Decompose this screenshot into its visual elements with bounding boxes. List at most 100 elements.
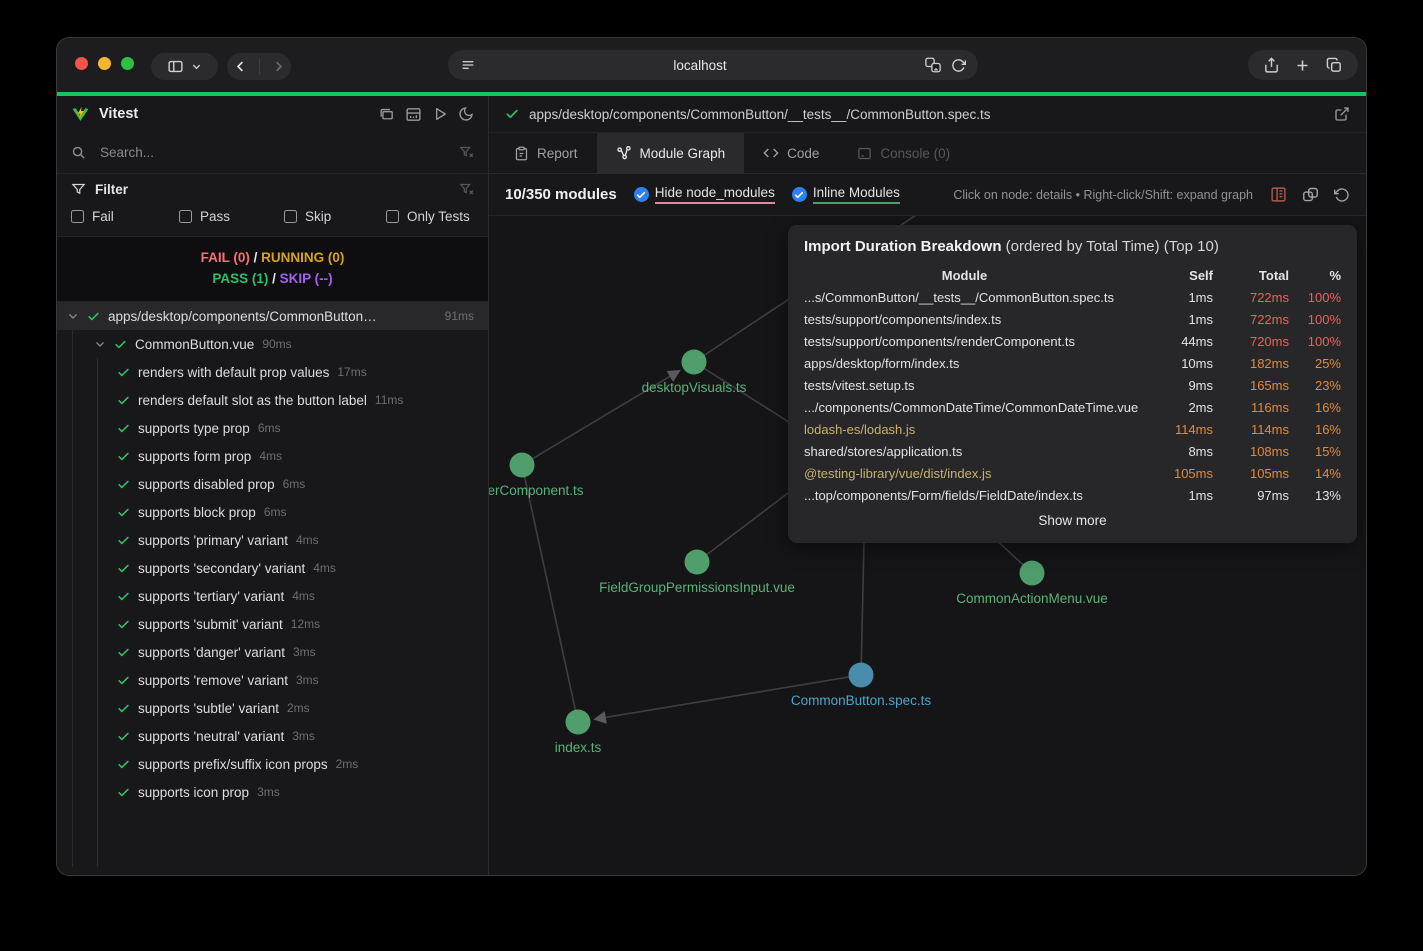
total-cell: 116ms — [1213, 396, 1289, 418]
pct-cell: 16% — [1289, 418, 1341, 440]
graph-node-label: desktopVisuals.ts — [642, 380, 747, 395]
graph-node[interactable] — [1020, 561, 1045, 586]
report-icon — [514, 146, 529, 161]
test-row[interactable]: supports 'remove' variant3ms — [57, 666, 488, 694]
test-row[interactable]: supports icon prop3ms — [57, 778, 488, 806]
panel-title: Import Duration Breakdown (ordered by To… — [804, 238, 1341, 255]
dashboard-icon[interactable] — [405, 106, 422, 123]
share-icon[interactable] — [1263, 57, 1280, 74]
traffic-lights — [75, 57, 134, 70]
file-header: apps/desktop/components/CommonButton/__t… — [489, 96, 1366, 132]
theme-moon-icon[interactable] — [458, 106, 474, 122]
close-button[interactable] — [75, 57, 88, 70]
test-duration: 6ms — [258, 421, 281, 435]
zoom-button[interactable] — [121, 57, 134, 70]
module-graph-canvas[interactable]: desktopVisuals.tsrenderComponent.tsField… — [489, 216, 1366, 875]
translate-icon[interactable] — [924, 56, 942, 74]
test-row[interactable]: supports block prop6ms — [57, 498, 488, 526]
test-name: supports 'secondary' variant — [138, 561, 305, 576]
page-format-icon[interactable] — [460, 57, 476, 73]
tree-guide — [72, 330, 73, 867]
tab-module-graph[interactable]: Module Graph — [597, 133, 745, 173]
test-row[interactable]: supports form prop4ms — [57, 442, 488, 470]
test-row[interactable]: supports 'tertiary' variant4ms — [57, 582, 488, 610]
test-row[interactable]: supports 'secondary' variant 4ms — [57, 554, 488, 582]
pass-count: PASS (1) — [212, 271, 268, 286]
graph-node[interactable] — [510, 453, 535, 478]
sidebar: Vitest Filter — [57, 96, 489, 875]
minimize-button[interactable] — [98, 57, 111, 70]
search-input[interactable] — [98, 144, 447, 161]
tab-report[interactable]: Report — [495, 133, 597, 173]
total-cell: 97ms — [1213, 484, 1289, 506]
run-all-icon[interactable] — [432, 106, 448, 122]
graph-node[interactable] — [849, 663, 874, 688]
sidebar-actions — [378, 106, 474, 123]
module-cell: apps/desktop/form/index.ts — [804, 352, 1149, 374]
test-row[interactable]: supports 'submit' variant12ms — [57, 610, 488, 638]
legend-book-icon[interactable] — [1270, 186, 1287, 203]
search-icon — [71, 145, 86, 160]
clear-filter-icon[interactable] — [459, 145, 474, 160]
graph-edge — [522, 465, 578, 722]
check-icon — [117, 534, 130, 547]
hide-node-modules-checkbox[interactable]: Hide node_modules — [634, 185, 775, 204]
filter-only-tests[interactable]: Only Tests — [386, 209, 470, 224]
test-row[interactable]: supports disabled prop6ms — [57, 470, 488, 498]
test-row[interactable]: renders default slot as the button label… — [57, 386, 488, 414]
test-row[interactable]: supports 'primary' variant4ms — [57, 526, 488, 554]
show-more-button[interactable]: Show more — [804, 513, 1341, 528]
search-bar — [57, 132, 488, 174]
test-file-row[interactable]: apps/desktop/components/CommonButton/__t… — [57, 302, 488, 330]
tab-console[interactable]: Console (0) — [838, 133, 969, 173]
filter-pass[interactable]: Pass — [179, 209, 284, 224]
new-tab-icon[interactable] — [1294, 57, 1311, 74]
pan-layers-icon[interactable] — [1302, 186, 1319, 203]
chevron-down-icon[interactable] — [67, 310, 79, 322]
self-cell: 1ms — [1149, 308, 1213, 330]
filter-skip[interactable]: Skip — [284, 209, 386, 224]
sidebar-toggle-button[interactable] — [151, 53, 218, 80]
toolbar-right-group — [1248, 50, 1358, 80]
filter-fail[interactable]: Fail — [71, 209, 179, 224]
address-bar[interactable]: localhost — [448, 50, 978, 80]
test-name: supports 'submit' variant — [138, 617, 283, 632]
refresh-icon[interactable] — [951, 58, 966, 73]
test-row[interactable]: supports 'danger' variant3ms — [57, 638, 488, 666]
total-cell: 108ms — [1213, 440, 1289, 462]
test-list: renders with default prop values17msrend… — [57, 358, 488, 806]
test-duration: 3ms — [292, 729, 315, 743]
graph-node[interactable] — [685, 550, 710, 575]
back-icon[interactable] — [233, 59, 248, 74]
test-row[interactable]: supports prefix/suffix icon props2ms — [57, 750, 488, 778]
test-name: supports type prop — [138, 421, 250, 436]
filter-label: Filter — [95, 182, 128, 197]
graph-node[interactable] — [682, 350, 707, 375]
graph-hint: Click on node: details • Right-click/Shi… — [953, 188, 1253, 202]
tree-guide — [97, 358, 98, 867]
external-link-icon[interactable] — [1334, 106, 1350, 122]
reset-graph-icon[interactable] — [1334, 187, 1350, 203]
clear-filter-icon[interactable] — [459, 182, 474, 197]
code-icon — [763, 145, 779, 161]
test-row[interactable]: supports 'subtle' variant2ms — [57, 694, 488, 722]
self-cell: 114ms — [1149, 418, 1213, 440]
inline-modules-checkbox[interactable]: Inline Modules — [792, 185, 900, 204]
module-cell: tests/vitest.setup.ts — [804, 374, 1149, 396]
check-icon — [117, 506, 130, 519]
test-duration: 4ms — [313, 561, 336, 575]
module-cell: tests/support/components/renderComponent… — [804, 330, 1149, 352]
tab-overview-icon[interactable] — [1326, 57, 1343, 74]
windows-icon[interactable] — [378, 106, 395, 123]
test-suite-row[interactable]: CommonButton.vue 90ms — [57, 330, 488, 358]
chevron-down-icon[interactable] — [94, 338, 106, 350]
test-row[interactable]: renders with default prop values17ms — [57, 358, 488, 386]
check-icon — [117, 702, 130, 715]
test-row[interactable]: supports 'neutral' variant3ms — [57, 722, 488, 750]
graph-node[interactable] — [566, 710, 591, 735]
column-total: Total — [1213, 264, 1289, 286]
test-row[interactable]: supports type prop 6ms — [57, 414, 488, 442]
forward-icon[interactable] — [271, 59, 286, 74]
pct-cell: 23% — [1289, 374, 1341, 396]
tab-code[interactable]: Code — [744, 133, 838, 173]
